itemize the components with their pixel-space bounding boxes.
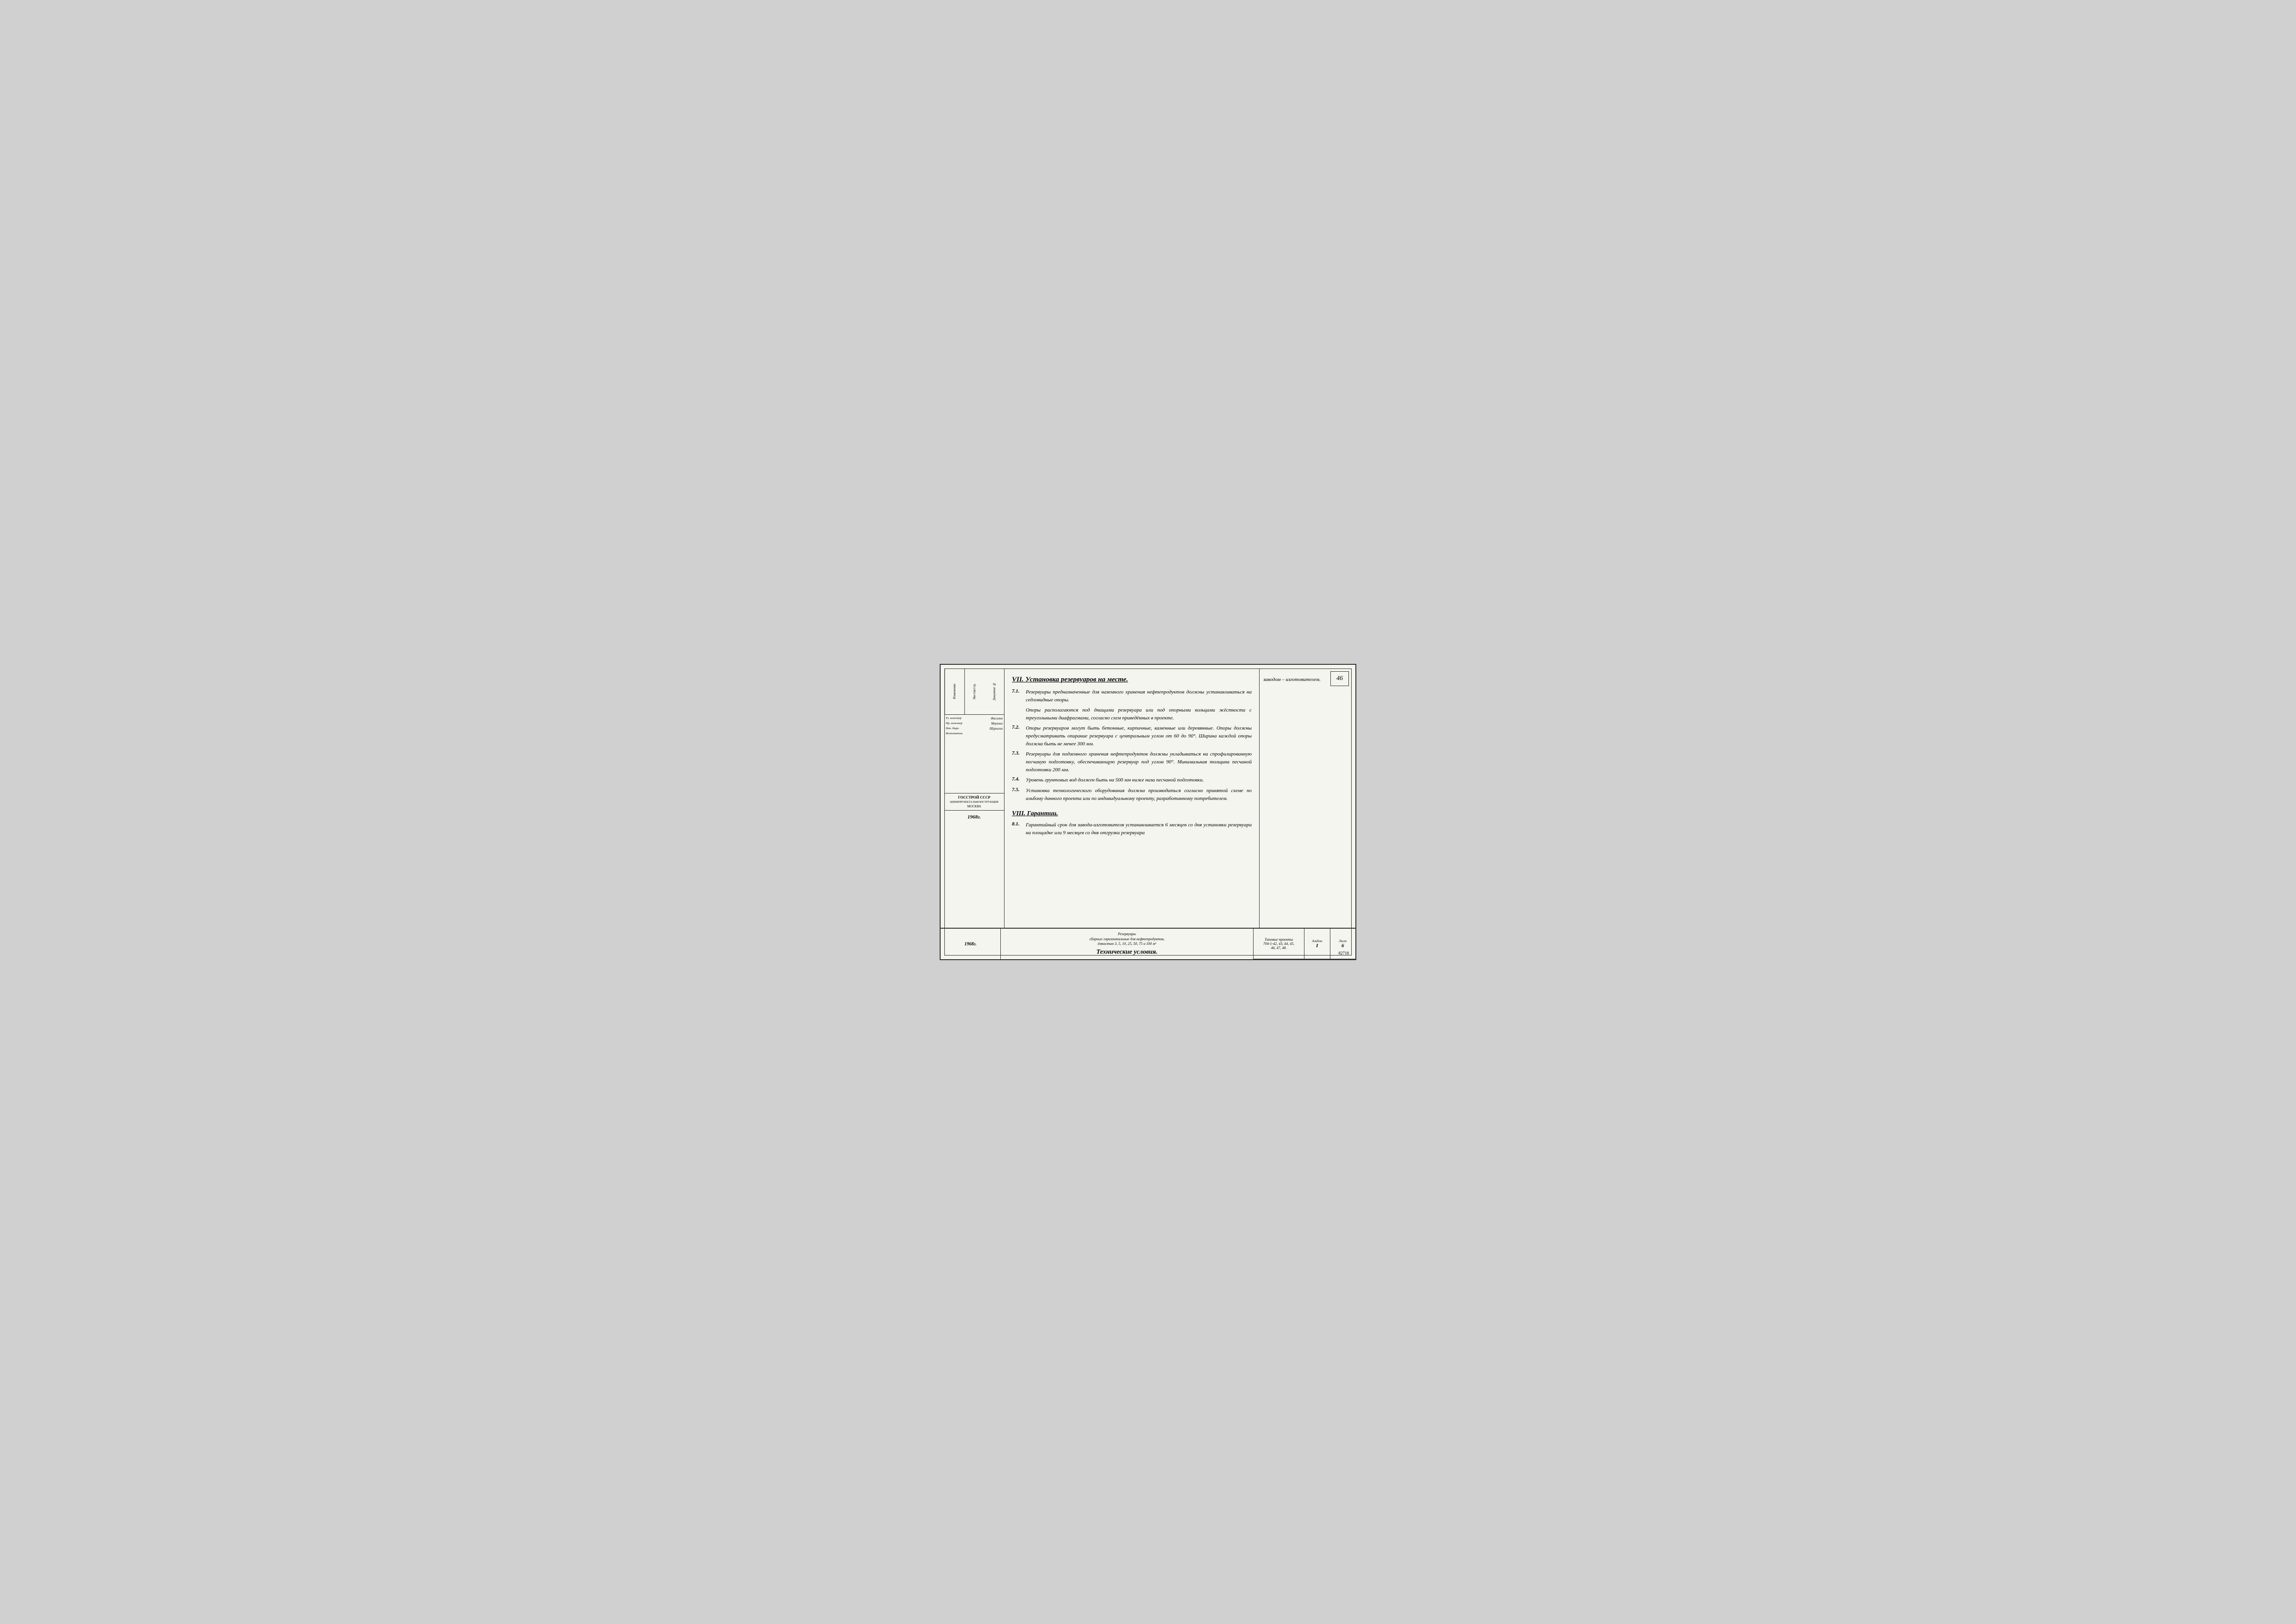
para-7-5-text: Установка технологического оборудования … <box>1026 787 1252 803</box>
doc-number: 82718 <box>1339 951 1349 956</box>
year: 1968г. <box>967 814 981 820</box>
title-block-left: 1968г. <box>941 929 1001 959</box>
sidebar-col-changes: Изменения <box>944 668 964 714</box>
section8-title: VIII. Гарантии. <box>1012 810 1252 818</box>
section7-title: VII. Установка резервуаров на месте. <box>1012 676 1252 684</box>
para-supports: Опоры располагаются под днищами резервуа… <box>1012 706 1252 722</box>
para-7-2-text: Опоры резервуаров могут быть бетонные, к… <box>1026 725 1252 748</box>
org1: ГОССТРОЙ СССР <box>946 795 1003 800</box>
para-7-1: 7.1. Резервуары предназначенные для назе… <box>1012 688 1252 704</box>
sidebar-col-sheets: Листов/стр. <box>964 668 984 714</box>
title-year: 1968г. <box>964 942 976 947</box>
title-block: 1968г. Резервуары сборные горизонтальные… <box>941 928 1355 959</box>
para-7-5: 7.5. Установка технологического оборудов… <box>1012 787 1252 803</box>
title-doc-name: Резервуары сборные горизонтальные для не… <box>1089 932 1164 946</box>
sidebar-engineer-label: Тл. инженер <box>946 717 961 720</box>
title-subject: Технические условия. <box>1096 949 1157 956</box>
sidebar-pr-value: Мерзлин <box>991 722 1003 725</box>
sidebar-top: Изменения Листов/стр. Документ № <box>944 668 1004 715</box>
para-7-3-num: 7.3. <box>1012 750 1023 774</box>
para-7-1-num: 7.1. <box>1012 688 1023 704</box>
title-docs: Типовые проекты 704-1-42, 43, 44, 45, 46… <box>1263 937 1294 950</box>
right-panel: заводом – изготовителем. <box>1259 668 1352 928</box>
para-7-4-text: Уровень грунтовых вод должен быть на 500… <box>1026 776 1204 784</box>
album-value: I <box>1316 943 1318 949</box>
title-left-text: 1968г. <box>964 941 976 947</box>
album-label: Альбом <box>1312 939 1322 943</box>
para-8-1-num: 8.1. <box>1012 821 1023 837</box>
para-7-2: 7.2. Опоры резервуаров могут быть бетонн… <box>1012 725 1252 748</box>
sidebar-engineer-value: Фасилин <box>991 717 1003 720</box>
para-7-4: 7.4. Уровень грунтовых вод должен быть н… <box>1012 776 1252 784</box>
para-7-3: 7.3. Резервуары для подземного хранения … <box>1012 750 1252 774</box>
page: 46 Изменения Листов/стр. Документ № Тл. … <box>940 664 1356 960</box>
sidebar-exec-label: Исполнитель <box>946 732 962 735</box>
org3: МОСКВА <box>946 805 1003 808</box>
sidebar-col-docnum: Документ № <box>985 668 1004 714</box>
sidebar-chief-value: Шурыгин <box>990 727 1003 731</box>
sheet-value: 6 <box>1341 943 1344 949</box>
left-sidebar: Изменения Листов/стр. Документ № Тл. инж… <box>944 668 1004 928</box>
sidebar-chief-label: Нач. бюро <box>946 727 959 731</box>
para-7-1-text: Резервуары предназначенные для наземного… <box>1026 688 1252 704</box>
content-area: VII. Установка резервуаров на месте. 7.1… <box>1004 668 1259 928</box>
org2: ЦНИИПРОЕКТАЛЬКОНСТРУКЦИЯ <box>946 800 1003 804</box>
title-block-center: Резервуары сборные горизонтальные для не… <box>1001 929 1254 959</box>
right-text: заводом – изготовителем. <box>1263 677 1348 682</box>
para-7-3-text: Резервуары для подземного хранения нефте… <box>1026 750 1252 774</box>
para-7-4-num: 7.4. <box>1012 776 1023 784</box>
sheet-label: Лист <box>1339 939 1347 943</box>
para-7-5-num: 7.5. <box>1012 787 1023 803</box>
para-8-1: 8.1. Гарантийный срок для завода-изготов… <box>1012 821 1252 837</box>
para-8-1-text: Гарантийный срок для завода-изготовителя… <box>1026 821 1252 837</box>
para-7-2-num: 7.2. <box>1012 725 1023 748</box>
sidebar-pr-label: Пр. инженер <box>946 722 962 725</box>
